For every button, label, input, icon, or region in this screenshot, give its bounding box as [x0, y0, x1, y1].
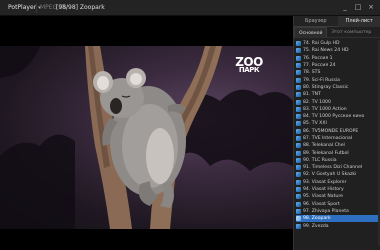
stream-icon	[296, 150, 301, 156]
maximize-button[interactable]: □	[353, 2, 363, 13]
playlist-item-label: 93. Viasat Explorer	[303, 179, 347, 185]
playlist-item[interactable]: 80. Stingray Classic	[296, 84, 379, 91]
title-bar: PotPlayer ▾ MPEG TS [98/98] Zoopark _ □ …	[0, 0, 380, 16]
subtab-main[interactable]: Основной	[294, 27, 328, 37]
playlist-item-label: 91. Timeless Dizi Channel	[303, 165, 363, 171]
playlist-item[interactable]: 87. TVE Internacional	[296, 135, 379, 142]
playlist-item-label: 99. Zvezda	[303, 223, 329, 229]
playlist-item[interactable]: 77. Россия 24	[296, 62, 379, 69]
playlist-item[interactable]: 76. Россия 1	[296, 55, 379, 62]
playlist-item[interactable]: 85. TV XXI	[296, 120, 379, 127]
stream-icon	[296, 63, 301, 69]
playlist-item[interactable]: 81. TNT	[296, 91, 379, 98]
stream-icon	[296, 223, 301, 229]
playlist-item-label: 90. TLC Russia	[303, 157, 337, 163]
playlist-item-label: 85. TV XXI	[303, 121, 327, 127]
playlist-item-label: 77. Россия 24	[303, 63, 336, 69]
playlist-item-label: 98. Zoopark	[303, 216, 331, 222]
playlist-item-label: 75. Rai News 24 HD	[303, 48, 349, 54]
subtab-this-computer[interactable]: Этот компьютер	[327, 27, 375, 37]
stream-icon	[296, 121, 301, 127]
playlist-item[interactable]: 86. TV5MONDE EUROPE	[296, 128, 379, 135]
logo-line-1: ZOO	[235, 55, 263, 69]
playlist-item[interactable]: 79. Sci-Fi Russia	[296, 76, 379, 83]
playlist-item-label: 92. V Gostyah U Skazki	[303, 172, 357, 178]
app-menu-button[interactable]: PotPlayer ▾	[4, 3, 45, 13]
playlist-item[interactable]: 93. Viasat Explorer	[296, 179, 379, 186]
stream-icon	[296, 41, 301, 47]
stream-icon	[296, 70, 301, 76]
playlist-item-label: 83. TV 1000 Action	[303, 106, 347, 112]
playlist-item-label: 80. Stingray Classic	[303, 84, 349, 90]
app-menu-label: PotPlayer	[8, 4, 37, 11]
stream-icon	[296, 201, 301, 207]
title-separator	[36, 3, 37, 13]
stream-icon	[296, 187, 301, 193]
playlist-item-label: 94. Viasat History	[303, 187, 344, 193]
playlist-item[interactable]: 94. Viasat History	[296, 186, 379, 193]
playlist-item-label: 87. TVE Internacional	[303, 136, 353, 141]
playlist-item[interactable]: 78. STS	[296, 69, 379, 76]
playlist-item[interactable]: 88. Telekanal Chel	[296, 142, 379, 149]
playlist-item-label: 88. Telekanal Chel	[303, 143, 345, 149]
playlist-item[interactable]: 92. V Gostyah U Skazki	[296, 171, 379, 178]
playlist-panel: Браузер Плей-лист Основной Этот компьюте…	[293, 16, 380, 250]
playlist-item-label: 74. Rai Gulp HD	[303, 41, 340, 47]
playlist-item[interactable]: 82. TV 1000	[296, 98, 379, 105]
playlist-item-label: 89. Telekanal Futbol	[303, 150, 349, 156]
playlist-item[interactable]: 89. Telekanal Futbol	[296, 149, 379, 156]
stream-icon	[296, 136, 301, 141]
playlist-item[interactable]: 83. TV 1000 Action	[296, 106, 379, 113]
playlist-subtabs: Основной Этот компьютер	[294, 27, 380, 38]
playlist-item-label: 97. Zhivaya Planeta	[303, 208, 349, 214]
stream-icon	[296, 128, 301, 134]
stream-icon	[296, 84, 301, 90]
channel-logo: ZOO ПАРК	[232, 55, 266, 74]
playlist-item[interactable]: 96. Viasat Sport	[296, 201, 379, 208]
tab-playlist[interactable]: Плей-лист	[337, 16, 380, 27]
stream-icon	[296, 92, 301, 98]
close-button[interactable]: ×	[366, 2, 376, 13]
playlist-item-label: 84. TV 1000 Русское кино	[303, 114, 365, 120]
playlist-item-label: 79. Sci-Fi Russia	[303, 77, 340, 83]
playlist: 74. Rai Gulp HD 75. Rai News 24 HD 76. Рос…	[296, 40, 379, 230]
stream-icon	[296, 179, 301, 185]
playlist-item-label: 76. Россия 1	[303, 55, 333, 61]
stream-icon	[296, 208, 301, 214]
playlist-item[interactable]: 75. Rai News 24 HD	[296, 47, 379, 54]
stream-icon	[296, 106, 301, 112]
stream-icon	[296, 48, 301, 54]
minimize-button[interactable]: _	[340, 2, 350, 13]
stream-icon	[296, 194, 301, 200]
playlist-item[interactable]: 91. Timeless Dizi Channel	[296, 164, 379, 171]
stream-icon	[296, 143, 301, 149]
playlist-item-label: 86. TV5MONDE EUROPE	[303, 128, 359, 134]
playlist-item[interactable]: 97. Zhivaya Planeta	[296, 208, 379, 215]
playlist-item[interactable]: 98. Zoopark	[296, 215, 379, 223]
playlist-item-label: 78. STS	[303, 70, 321, 76]
panel-tabs: Браузер Плей-лист	[294, 16, 380, 27]
stream-icon	[296, 55, 301, 61]
stream-icon	[296, 165, 301, 171]
stream-icon	[296, 114, 301, 120]
video-frame: ZOO ПАРК	[0, 46, 293, 229]
stream-icon	[296, 172, 301, 178]
playlist-item[interactable]: 95. Viasat Nature	[296, 193, 379, 200]
playlist-item-label: 82. TV 1000	[303, 99, 331, 105]
video-area[interactable]: ZOO ПАРК	[0, 16, 293, 250]
tab-browser[interactable]: Браузер	[294, 16, 338, 27]
stream-icon	[296, 216, 301, 222]
playlist-item-label: 95. Viasat Nature	[303, 194, 343, 200]
playlist-item[interactable]: 74. Rai Gulp HD	[296, 40, 379, 47]
playlist-item[interactable]: 84. TV 1000 Русское кино	[296, 113, 379, 120]
playlist-item[interactable]: 90. TLC Russia	[296, 157, 379, 164]
playlist-item-label: 96. Viasat Sport	[303, 201, 340, 207]
playlist-item[interactable]: 99. Zvezda	[296, 222, 379, 229]
window-title: [98/98] Zoopark	[56, 4, 105, 11]
stream-icon	[296, 157, 301, 163]
playlist-item-label: 81. TNT	[303, 92, 321, 98]
stream-icon	[296, 99, 301, 105]
stream-icon	[296, 77, 301, 83]
